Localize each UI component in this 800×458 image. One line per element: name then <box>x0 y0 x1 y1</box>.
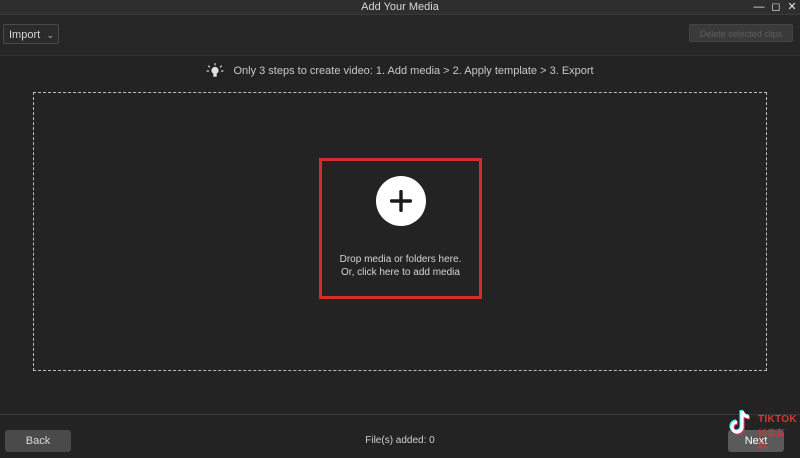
title-bar: Add Your Media — ◻ ✕ <box>0 0 800 15</box>
watermark-brand: TIKTOK <box>758 414 797 425</box>
import-dropdown[interactable]: Import ⌄ <box>3 24 59 44</box>
tiktok-watermark: TIKTOK 抖音有料 <box>728 408 797 451</box>
drop-hint-line1: Drop media or folders here. <box>339 254 462 265</box>
close-icon[interactable]: ✕ <box>784 0 800 14</box>
delete-selected-button[interactable]: Delete selected clips <box>689 24 793 42</box>
tip-bar: Only 3 steps to create video: 1. Add med… <box>0 62 800 80</box>
tiktok-logo-icon <box>729 409 751 435</box>
watermark-subtitle: 抖音有料 <box>758 428 786 451</box>
toolbar: Import ⌄ Delete selected clips <box>0 15 800 56</box>
chevron-down-icon: ⌄ <box>46 30 54 40</box>
drop-hint-line2[interactable]: Or, click here to add media <box>319 266 482 279</box>
tip-text: Only 3 steps to create video: 1. Add med… <box>233 65 594 77</box>
add-media-button[interactable] <box>376 176 426 226</box>
footer: Back File(s) added: 0 Next <box>0 414 800 458</box>
plus-icon <box>390 190 412 212</box>
maximize-icon[interactable]: ◻ <box>768 0 784 14</box>
lightbulb-icon <box>206 63 224 79</box>
minimize-icon[interactable]: — <box>751 0 767 14</box>
window-title: Add Your Media <box>361 1 439 13</box>
files-added-count: File(s) added: 0 <box>365 435 435 446</box>
import-label: Import <box>9 29 41 41</box>
